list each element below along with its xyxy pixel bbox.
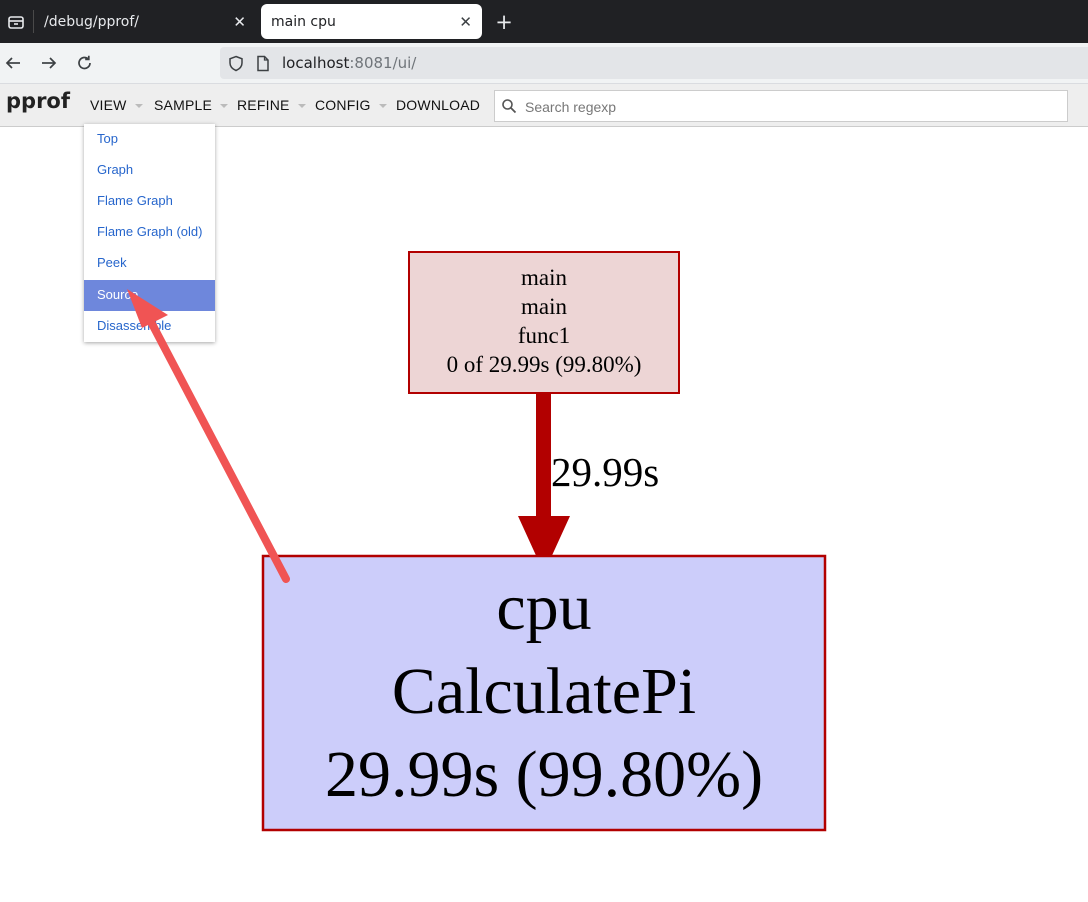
node-label: cpu [496, 571, 591, 644]
node-label: 0 of 29.99s (99.80%) [447, 352, 642, 377]
caret-down-icon [220, 104, 228, 109]
menu-label: REFINE [237, 97, 290, 113]
menu-view[interactable]: VIEW [90, 97, 143, 113]
shield-icon[interactable] [228, 55, 244, 76]
pprof-header: pprof VIEW SAMPLE REFINE CONFIG DOWNLOAD [0, 84, 1088, 127]
close-tab-icon[interactable]: ✕ [233, 4, 246, 39]
menu-label: CONFIG [315, 97, 371, 113]
reload-icon[interactable] [72, 50, 98, 76]
search-icon [501, 98, 517, 114]
new-tab-button[interactable]: + [493, 8, 515, 35]
url-text: localhost:8081/ui/ [282, 47, 416, 79]
page-icon[interactable] [256, 55, 270, 76]
tab-title: main cpu [271, 13, 336, 30]
edge-label: 29.99s [551, 449, 659, 495]
dropdown-item-top[interactable]: Top [84, 124, 215, 155]
close-tab-icon[interactable]: ✕ [459, 4, 472, 39]
browser-tab-strip: /debug/pprof/ ✕ main cpu ✕ + [0, 0, 1088, 43]
caret-down-icon [297, 104, 306, 109]
node-label: main [521, 265, 567, 290]
search-input[interactable] [523, 91, 1057, 123]
menu-refine[interactable]: REFINE [237, 97, 306, 113]
caret-down-icon [378, 104, 387, 109]
menu-label: SAMPLE [154, 97, 212, 113]
menu-config[interactable]: CONFIG [315, 97, 387, 113]
browser-nav-bar: localhost:8081/ui/ [0, 43, 1088, 84]
menu-label: VIEW [90, 97, 127, 113]
forward-arrow-icon[interactable] [36, 50, 62, 76]
menu-download[interactable]: DOWNLOAD [396, 97, 480, 113]
node-label: 29.99s (99.80%) [325, 738, 763, 811]
dropdown-item-flame-graph[interactable]: Flame Graph [84, 186, 215, 217]
graph-node-main[interactable]: main main func1 0 of 29.99s (99.80%) [408, 251, 680, 394]
dropdown-item-peek[interactable]: Peek [84, 248, 215, 279]
caret-down-icon [134, 104, 143, 109]
node-label: main [521, 294, 567, 319]
dropdown-item-source[interactable]: Source [84, 280, 215, 311]
tab-debug-pprof[interactable]: /debug/pprof/ ✕ [34, 4, 256, 39]
search-field[interactable] [494, 90, 1068, 123]
tab-overview-icon[interactable] [0, 8, 32, 35]
url-host: localhost [282, 54, 350, 72]
address-bar[interactable]: localhost:8081/ui/ [220, 47, 1088, 79]
back-arrow-icon[interactable] [0, 50, 26, 76]
dropdown-item-graph[interactable]: Graph [84, 155, 215, 186]
menu-sample[interactable]: SAMPLE [154, 97, 228, 113]
dropdown-item-flame-graph-old[interactable]: Flame Graph (old) [84, 217, 215, 248]
dropdown-item-disassemble[interactable]: Disassemble [84, 311, 215, 342]
node-label: func1 [518, 323, 570, 348]
menu-label: DOWNLOAD [396, 97, 481, 113]
graph-edge[interactable]: 29.99s [518, 394, 659, 573]
pprof-title: pprof [6, 89, 70, 113]
node-label: CalculatePi [392, 655, 696, 728]
graph-node-cpu[interactable]: cpu CalculatePi 29.99s (99.80%) [261, 554, 827, 832]
edge-line [536, 394, 551, 519]
tab-title: /debug/pprof/ [44, 13, 140, 30]
view-dropdown-menu: Top Graph Flame Graph Flame Graph (old) … [84, 124, 215, 342]
url-path: :8081/ui/ [349, 54, 417, 72]
tab-main-cpu[interactable]: main cpu ✕ [261, 4, 482, 39]
